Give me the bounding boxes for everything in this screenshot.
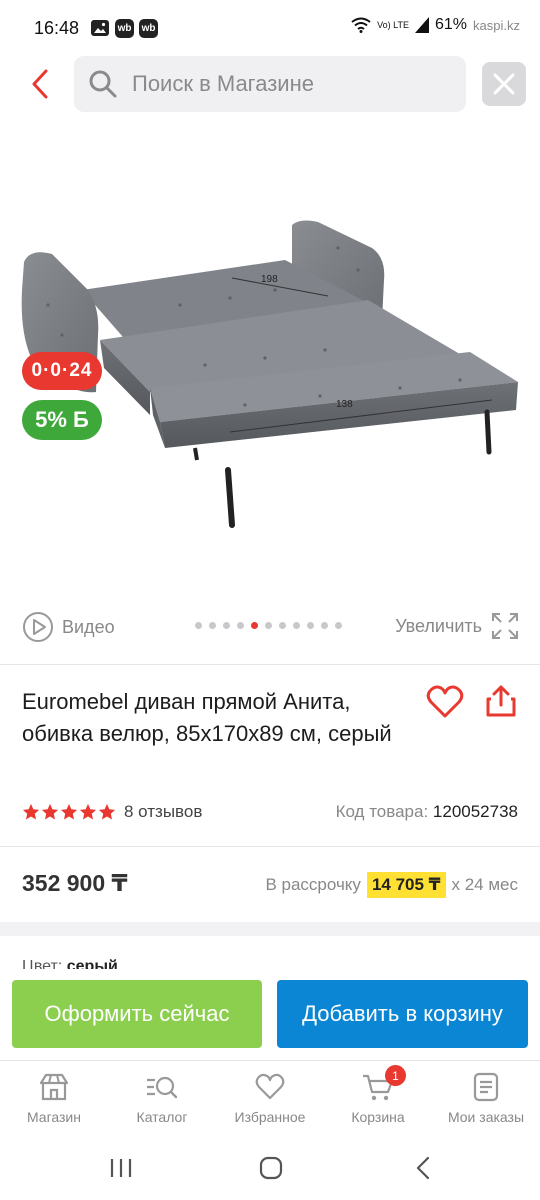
color-label: Цвет: [22,958,63,969]
gallery-dot-active[interactable] [251,622,258,629]
nav-label: Корзина [351,1109,405,1125]
heart-outline-icon [426,685,464,718]
installment-badge: 0·0·24 [22,352,102,390]
wb-notification-icon: wb [115,18,135,38]
status-time: 16:48 [34,17,80,38]
search-input[interactable]: Поиск в Магазине [74,56,466,112]
cart-count-badge: 1 [385,1065,406,1086]
gallery-notification-icon [91,20,110,36]
share-button[interactable] [484,684,520,720]
share-icon [486,685,516,717]
product-price: 352 900 ₸ [22,870,128,896]
system-navigation [0,1140,540,1200]
search-header: Поиск в Магазине [0,56,540,114]
gallery-dot[interactable] [209,622,216,629]
installment-label: В рассрочку [265,875,361,894]
battery-level: 61% [435,16,468,33]
nav-item-orders[interactable]: Мои заказы [432,1061,540,1139]
search-placeholder: Поиск в Магазине [132,71,314,96]
installment-info[interactable]: В рассрочку 14 705 ₸ x 24 мес [265,872,518,898]
wb-notification-icon-2: wb [139,18,159,38]
divider [0,846,540,847]
dimension-length-label: 198 [261,274,278,285]
nav-item-catalog[interactable]: Каталог [108,1061,216,1139]
section-separator [0,922,540,936]
gallery-dot[interactable] [279,622,286,629]
product-title: Euromebel диван прямой Анита, обивка вел… [22,689,392,746]
color-value: серый [66,958,118,969]
rating-stars[interactable] [22,803,116,821]
video-button[interactable]: Видео [22,611,115,643]
expand-icon [492,613,518,639]
search-icon [89,70,117,98]
reviews-link[interactable]: 8 отзывов [124,802,202,822]
price-row: 352 900 ₸ В рассрочку 14 705 ₸ x 24 мес [22,866,518,902]
nav-item-cart[interactable]: 1 Корзина [324,1061,432,1139]
catalog-search-icon [147,1076,178,1099]
star-icon [60,803,78,820]
bottom-navigation: Магазин Каталог Избранное 1 Корзина Мои … [0,1060,540,1138]
signal-icon [415,17,429,33]
star-icon [98,803,116,820]
divider [0,664,540,665]
star-icon [22,803,40,820]
gallery-dot[interactable] [237,622,244,629]
recent-apps-icon [110,1159,132,1177]
nav-label: Мои заказы [447,1109,525,1125]
orders-icon [473,1072,499,1102]
home-button[interactable] [256,1154,286,1182]
dimension-width-label: 138 [336,399,353,410]
gallery-dot[interactable] [335,622,342,629]
chevron-left-icon [32,69,48,99]
checkout-now-button[interactable]: Оформить сейчас [12,980,262,1048]
wifi-icon [351,17,371,33]
gallery-pagination[interactable] [195,622,342,629]
nav-item-shop[interactable]: Магазин [0,1061,108,1139]
gallery-dot[interactable] [265,622,272,629]
video-label: Видео [62,616,115,637]
add-to-cart-button[interactable]: Добавить в корзину [277,980,528,1048]
status-indicators: Vo) LTE 61% kaspi.kz [351,16,520,34]
heart-icon [255,1073,285,1100]
gallery-dot[interactable] [195,622,202,629]
favorite-button[interactable] [426,684,464,720]
star-icon [79,803,97,820]
brand-watermark: kaspi.kz [473,17,520,33]
media-row: Видео Увеличить [0,608,540,648]
rating-row: 8 отзывов Код товара: 120052738 [22,798,518,826]
color-row[interactable]: Цвет: серый [22,955,118,969]
product-code-value: 120052738 [432,802,518,821]
gallery-dot[interactable] [293,622,300,629]
gallery-dot[interactable] [223,622,230,629]
zoom-button[interactable]: Увеличить [395,611,520,641]
close-icon [493,73,515,95]
shop-icon [39,1073,69,1101]
close-button[interactable] [482,62,526,106]
nav-label: Магазин [26,1109,81,1125]
zoom-label: Увеличить [395,615,482,636]
recent-apps-button[interactable] [106,1154,136,1182]
bonus-badge: 5% Б [22,400,102,440]
gallery-dot[interactable] [321,622,328,629]
product-code-label: Код товара: [335,802,429,821]
action-buttons: Оформить сейчас Добавить в корзину [0,980,540,1050]
nav-label: Избранное [234,1109,306,1125]
installment-term: x 24 мес [451,875,519,894]
gallery-dot[interactable] [307,622,314,629]
home-icon [259,1156,283,1180]
product-code: Код товара: 120052738 [336,802,518,822]
network-label: Vo) LTE [377,19,409,30]
nav-label: Каталог [136,1109,188,1125]
back-arrow-icon [416,1156,430,1180]
system-back-button[interactable] [408,1154,438,1182]
status-bar: 16:48 wb wb Vo) LTE 61% kaspi.kz [0,0,540,56]
play-icon [23,612,53,642]
star-icon [41,803,59,820]
nav-item-favorites[interactable]: Избранное [216,1061,324,1139]
back-button[interactable] [22,66,58,102]
installment-amount: 14 705 ₸ [366,872,446,898]
